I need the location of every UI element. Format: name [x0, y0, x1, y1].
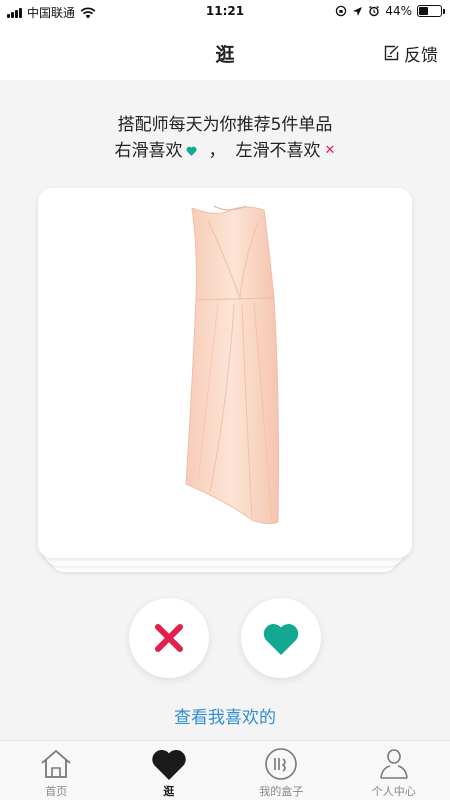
- intro-line1: 搭配师每天为你推荐5件单品: [117, 115, 333, 135]
- battery-percent: 44%: [385, 4, 412, 18]
- intro-text: 搭配师每天为你推荐5件单品 右滑喜欢 ， 左滑不喜欢 ✕: [0, 112, 450, 164]
- dress-image: [185, 205, 279, 525]
- heart-icon: [186, 146, 197, 156]
- heart-icon: [152, 749, 186, 780]
- status-bar: 中国联通 11:21 44%: [0, 0, 450, 22]
- swipe-left-hint: 左滑不喜欢: [235, 141, 321, 161]
- tab-my-box[interactable]: 我的盒子: [225, 741, 338, 800]
- tab-label: 个人中心: [371, 785, 416, 798]
- swipe-right-hint: 右滑喜欢: [114, 141, 183, 161]
- intro-line2: 右滑喜欢 ， 左滑不喜欢 ✕: [0, 138, 450, 164]
- box-icon: [265, 748, 298, 780]
- tab-profile[interactable]: 个人中心: [338, 741, 450, 800]
- home-icon: [41, 750, 71, 778]
- tab-bar: 首页 逛 我的盒子 个人中心: [0, 740, 450, 800]
- intro-separator: ，: [208, 141, 226, 161]
- person-icon: [379, 749, 408, 779]
- view-liked-link[interactable]: 查看我喜欢的: [0, 703, 450, 728]
- nav-bar: 逛 反馈: [0, 22, 450, 80]
- tab-browse[interactable]: 逛: [113, 741, 226, 800]
- feedback-button[interactable]: 反馈: [383, 41, 438, 66]
- tab-home[interactable]: 首页: [0, 741, 113, 800]
- tab-label: 逛: [163, 785, 175, 798]
- dislike-button[interactable]: [129, 598, 209, 678]
- heart-icon: [263, 623, 299, 655]
- location-icon: [353, 6, 363, 16]
- status-right: 44%: [335, 4, 445, 18]
- x-icon: [155, 624, 183, 652]
- alarm-icon: [369, 5, 380, 17]
- tab-label: 我的盒子: [259, 785, 304, 798]
- tab-label: 首页: [45, 785, 68, 798]
- orientation-lock-icon: [336, 5, 347, 17]
- battery-icon: [417, 5, 445, 17]
- product-card[interactable]: [38, 188, 412, 558]
- x-icon: ✕: [324, 143, 336, 158]
- edit-icon: [384, 45, 399, 61]
- feedback-label: 反馈: [404, 46, 438, 66]
- like-button[interactable]: [241, 598, 321, 678]
